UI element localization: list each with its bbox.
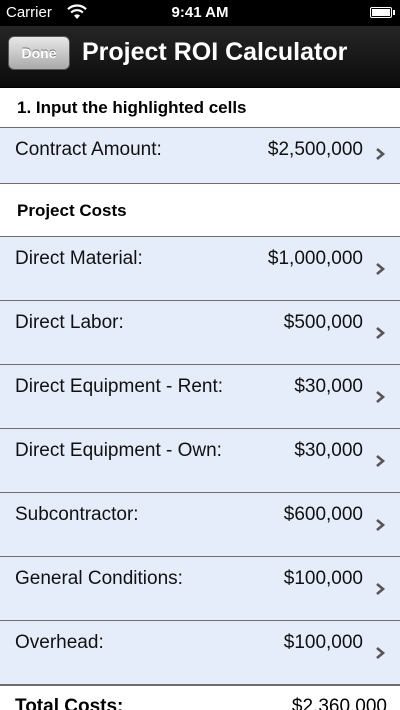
row-label: Direct Labor: (15, 312, 124, 333)
page-title: Project ROI Calculator (82, 38, 348, 66)
total-costs-value: $2,360,000 (291, 696, 387, 710)
total-costs-label: Total Costs: (15, 696, 124, 710)
row-value: $600,000 (283, 504, 363, 525)
chevron-right-icon (376, 519, 386, 531)
cost-row-direct-equipment-own[interactable]: Direct Equipment - Own: $30,000 (0, 429, 400, 493)
chevron-right-icon (376, 583, 386, 595)
row-value: $30,000 (294, 440, 363, 461)
chevron-right-icon (376, 647, 386, 659)
row-value: $500,000 (283, 312, 363, 333)
status-time: 9:41 AM (171, 4, 229, 21)
cost-row-direct-equipment-rent[interactable]: Direct Equipment - Rent: $30,000 (0, 365, 400, 429)
chevron-right-icon (376, 327, 386, 339)
chevron-right-icon (376, 455, 386, 467)
chevron-right-icon (376, 391, 386, 403)
row-label: Contract Amount: (15, 139, 162, 160)
chevron-right-icon (376, 148, 386, 160)
chevron-right-icon (376, 263, 386, 275)
section-header-input: 1. Input the highlighted cells (0, 88, 400, 128)
row-label: Subcontractor: (15, 504, 139, 525)
cost-row-overhead[interactable]: Overhead: $100,000 (0, 621, 400, 685)
row-label: Direct Equipment - Rent: (15, 376, 224, 397)
contract-amount-row[interactable]: Contract Amount: $2,500,000 (0, 128, 400, 184)
row-value: $100,000 (283, 632, 363, 653)
row-value: $100,000 (283, 568, 363, 589)
row-label: Overhead: (15, 632, 104, 653)
navigation-bar: Done Project ROI Calculator (0, 26, 400, 88)
row-value: $2,500,000 (267, 139, 363, 160)
row-label: Direct Equipment - Own: (15, 440, 222, 461)
cost-row-direct-material[interactable]: Direct Material: $1,000,000 (0, 237, 400, 301)
row-label: General Conditions: (15, 568, 183, 589)
calculator-table: 1. Input the highlighted cells Contract … (0, 88, 400, 710)
cost-row-general-conditions[interactable]: General Conditions: $100,000 (0, 557, 400, 621)
cost-row-subcontractor[interactable]: Subcontractor: $600,000 (0, 493, 400, 557)
row-value: $1,000,000 (267, 248, 363, 269)
row-label: Direct Material: (15, 248, 143, 269)
total-costs-row: Total Costs: $2,360,000 (0, 685, 400, 710)
cost-row-direct-labor[interactable]: Direct Labor: $500,000 (0, 301, 400, 365)
status-bar: Carrier 9:41 AM (0, 0, 400, 26)
battery-icon (370, 7, 395, 18)
done-button[interactable]: Done (8, 36, 70, 70)
row-value: $30,000 (294, 376, 363, 397)
section-header-project-costs: Project Costs (0, 184, 400, 237)
